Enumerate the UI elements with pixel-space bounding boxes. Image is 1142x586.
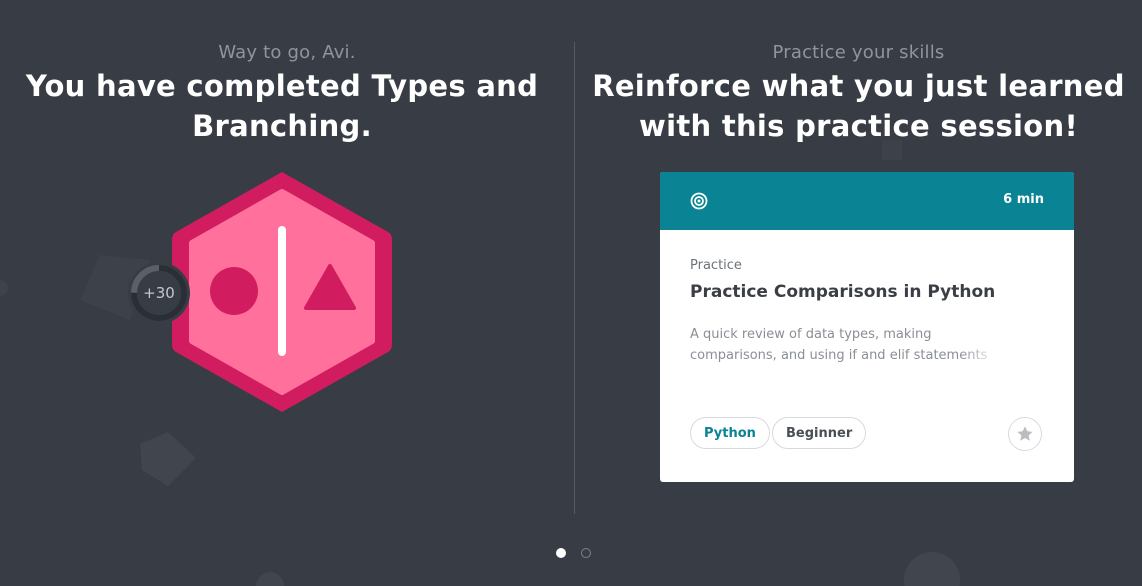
carousel-dot-2[interactable] [581,548,591,558]
practice-description: A quick review of data types, making com… [690,324,1000,366]
carousel-dot-1[interactable] [556,548,566,558]
tag-python[interactable]: Python [690,417,770,449]
practice-title[interactable]: Practice Comparisons in Python [690,282,995,302]
completion-headline: You have completed Types and Branching. [0,66,569,146]
course-badge-icon [172,172,392,412]
practice-card[interactable]: 6 min Practice Practice Comparisons in P… [660,172,1074,482]
carousel-pagination [556,548,596,560]
completion-headline-line2: Branching. [192,109,372,143]
description-fade [960,345,1000,366]
badge-bar-glyph [278,226,286,356]
completion-headline-line1: You have completed Types and [25,69,539,103]
practice-description-line1: A quick review of data types, making [690,327,932,342]
practice-headline-line1: Reinforce what you just learned [592,69,1125,103]
practice-kind-label: Practice [690,258,742,273]
target-icon [690,192,708,210]
practice-headline-line2: with this practice session! [638,109,1078,143]
practice-description-line2: comparisons, and using if and elif state… [690,348,988,363]
practice-card-header: 6 min [660,172,1074,230]
bookmark-button[interactable] [1008,417,1042,451]
practice-eyebrow: Practice your skills [772,42,945,63]
badge-circle-glyph [210,267,258,315]
tag-beginner[interactable]: Beginner [772,417,867,449]
completion-eyebrow: Way to go, Avi. [218,42,356,63]
practice-headline: Reinforce what you just learned with thi… [575,66,1142,146]
practice-duration: 6 min [1003,192,1044,207]
xp-points-label: +30 [143,284,175,302]
star-icon [1017,426,1033,441]
